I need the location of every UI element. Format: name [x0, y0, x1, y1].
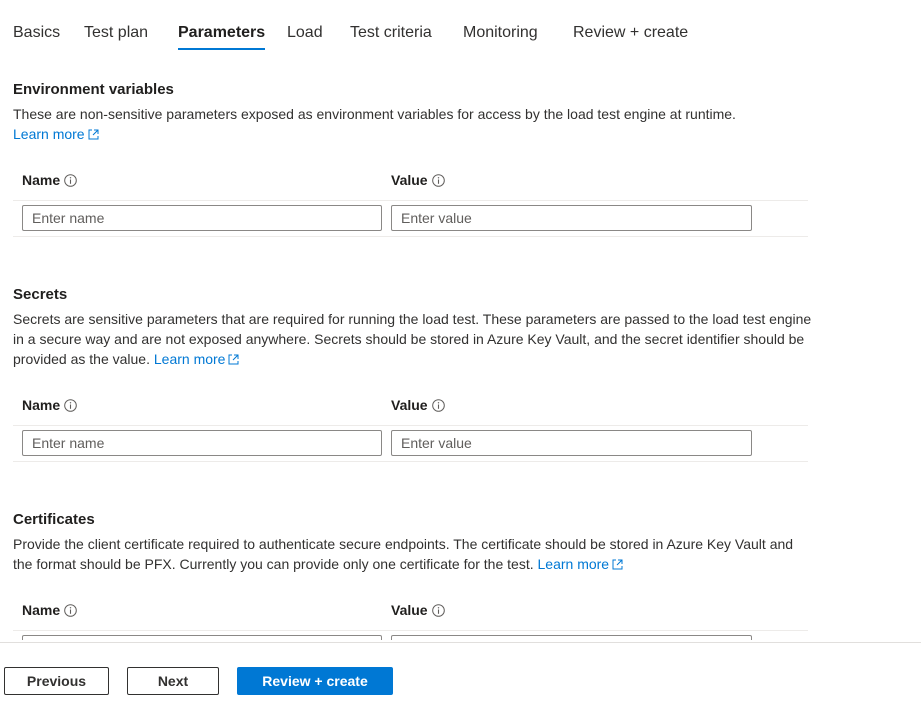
certificates-value-header: Value	[391, 602, 445, 618]
info-icon[interactable]	[431, 399, 445, 412]
secrets-section-title: Secrets	[13, 286, 68, 303]
info-icon[interactable]	[64, 399, 77, 412]
certificates-learn-more-link[interactable]: Learn more	[538, 556, 624, 572]
divider	[13, 425, 808, 426]
env-learn-more-link[interactable]: Learn more	[13, 126, 99, 142]
parameters-content[interactable]: Environment variables These are non-sens…	[0, 70, 921, 640]
info-icon[interactable]	[64, 174, 77, 187]
env-name-input[interactable]	[22, 205, 382, 231]
external-link-icon	[88, 129, 99, 140]
tab-basics[interactable]: Basics	[13, 24, 60, 50]
certificates-name-header: Name	[22, 602, 77, 618]
tab-parameters[interactable]: Parameters	[178, 24, 266, 50]
env-name-header: Name	[22, 172, 77, 188]
info-icon[interactable]	[431, 174, 445, 187]
certificates-description-text: Provide the client certificate required …	[13, 536, 794, 572]
env-value-input[interactable]	[391, 205, 752, 231]
previous-button[interactable]: Previous	[4, 667, 109, 695]
secrets-name-header: Name	[22, 397, 77, 413]
secrets-learn-more-link[interactable]: Learn more	[154, 351, 240, 367]
certificates-name-input[interactable]	[22, 635, 382, 640]
certificates-value-input[interactable]	[391, 635, 752, 640]
review-create-button[interactable]: Review + create	[237, 667, 393, 695]
divider	[13, 236, 808, 237]
next-button[interactable]: Next	[127, 667, 219, 695]
secrets-description-text: Secrets are sensitive parameters that ar…	[13, 311, 812, 367]
env-section-title: Environment variables	[13, 81, 174, 98]
tab-test-criteria[interactable]: Test criteria	[350, 24, 432, 50]
divider	[13, 461, 808, 462]
env-value-header: Value	[391, 172, 445, 188]
secrets-name-input[interactable]	[22, 430, 382, 456]
certificates-section-title: Certificates	[13, 511, 95, 528]
wizard-footer: Previous Next Review + create	[0, 642, 921, 712]
env-description-text: These are non-sensitive parameters expos…	[13, 106, 736, 122]
external-link-icon	[612, 559, 623, 570]
secrets-value-input[interactable]	[391, 430, 752, 456]
secrets-value-header: Value	[391, 397, 445, 413]
info-icon[interactable]	[431, 604, 445, 617]
info-icon[interactable]	[64, 604, 77, 617]
secrets-description: Secrets are sensitive parameters that ar…	[13, 309, 813, 369]
tab-load[interactable]: Load	[287, 24, 323, 50]
certificates-description: Provide the client certificate required …	[13, 534, 803, 574]
env-description: These are non-sensitive parameters expos…	[13, 104, 813, 144]
tab-test-plan[interactable]: Test plan	[84, 24, 148, 50]
divider	[13, 630, 808, 631]
divider	[13, 200, 808, 201]
tab-monitoring[interactable]: Monitoring	[463, 24, 538, 50]
tab-review-create[interactable]: Review + create	[573, 24, 688, 50]
external-link-icon	[228, 354, 239, 365]
